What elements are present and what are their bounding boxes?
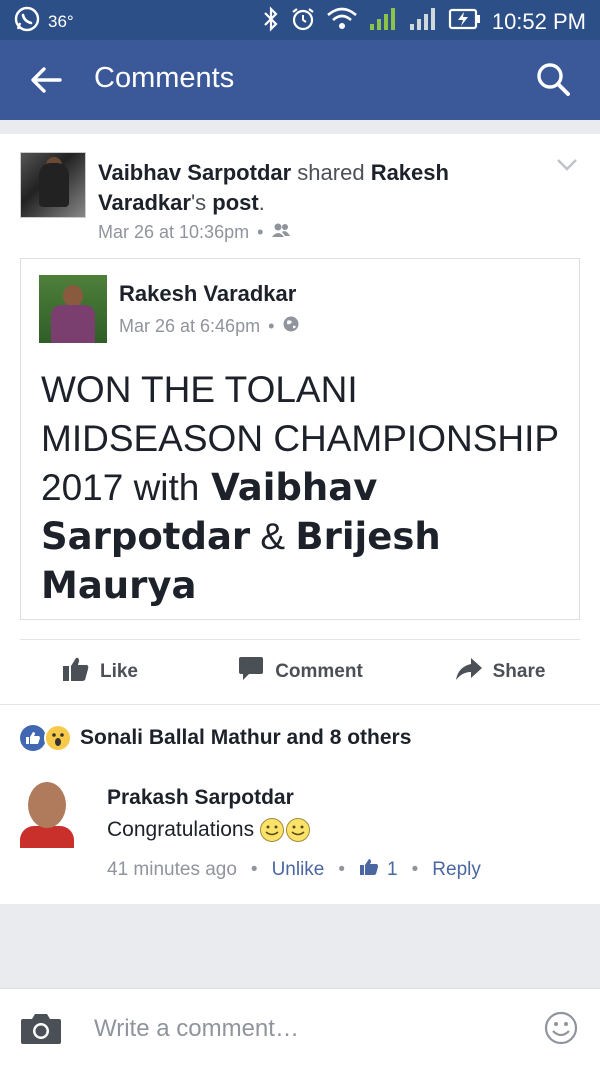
comment-composer: Write a comment… (0, 988, 600, 1066)
comment-meta: 41 minutes ago • Unlike • 1 • Reply (107, 858, 481, 882)
reactions-summary[interactable]: Sonali Ballal Mathur and 8 others (20, 724, 411, 752)
smiley-emoji-icon (286, 818, 311, 842)
divider (0, 704, 600, 705)
comment-body: Congratulations (107, 818, 255, 841)
sharer-avatar[interactable] (20, 152, 86, 218)
friends-audience-icon (271, 222, 291, 243)
smiley-emoji-icon (260, 818, 285, 842)
page-title: Comments (94, 62, 235, 94)
dot-separator: • (250, 859, 258, 880)
post-timestamp[interactable]: Mar 26 at 10:36pm (98, 222, 249, 243)
dot-separator: • (411, 859, 419, 880)
whatsapp-icon (14, 6, 40, 37)
dot-separator: • (338, 859, 346, 880)
post-meta: Mar 26 at 10:36pm • (98, 222, 291, 243)
shared-author-name[interactable]: Rakesh Varadkar (119, 281, 296, 307)
comment-button[interactable]: Comment (200, 640, 400, 704)
post-body: WON THE TOLANI MIDSEASON CHAMPIONSHIP 20… (41, 365, 561, 610)
header-period: . (258, 190, 265, 215)
sharer-name-link[interactable]: Vaibhav Sarpotdar (98, 160, 291, 185)
wifi-icon (326, 6, 358, 38)
possessive-suffix: 's (190, 190, 207, 215)
like-button[interactable]: Like (0, 640, 200, 704)
dot-separator: • (257, 222, 264, 242)
chevron-down-icon[interactable] (556, 158, 578, 172)
back-arrow-icon[interactable] (28, 62, 64, 98)
wow-reaction-icon (44, 724, 72, 752)
share-label: Share (492, 661, 546, 682)
bluetooth-icon (262, 6, 280, 38)
thumbs-up-icon (359, 858, 379, 882)
and-word: & (250, 516, 296, 557)
feed-gap (0, 904, 600, 988)
shared-post[interactable]: Rakesh Varadkar Mar 26 at 6:46pm • WON T… (20, 258, 580, 620)
emoji-picker-icon[interactable] (544, 1011, 578, 1045)
shared-word: shared (291, 160, 371, 185)
shared-post-timestamp[interactable]: Mar 26 at 6:46pm (119, 316, 260, 337)
feed-gap (0, 120, 600, 134)
reply-link[interactable]: Reply (432, 859, 481, 881)
like-reaction-icon (20, 725, 46, 751)
post-card: Vaibhav Sarpotdar shared Rakesh Varadkar… (0, 134, 600, 904)
like-label: Like (99, 661, 139, 682)
commenter-avatar[interactable] (20, 778, 74, 848)
comment-time: 41 minutes ago (107, 859, 237, 880)
search-icon[interactable] (534, 60, 572, 98)
temperature-text: 36° (48, 11, 74, 31)
comment-likes[interactable]: 1 (359, 858, 398, 882)
share-button[interactable]: Share (400, 640, 600, 704)
post-header: Vaibhav Sarpotdar shared Rakesh Varadkar… (98, 158, 518, 218)
clock-text: 10:52 PM (491, 9, 586, 34)
thumbs-up-icon (62, 656, 90, 688)
comment-input[interactable]: Write a comment… (94, 1015, 299, 1043)
dot-separator: • (268, 316, 275, 336)
comment-bubble-icon (237, 656, 265, 688)
signal-2-icon (408, 6, 438, 38)
signal-1-icon (368, 6, 398, 38)
camera-icon[interactable] (20, 1011, 62, 1045)
battery-charging-icon (448, 6, 482, 38)
app-bar: Comments (0, 40, 600, 120)
unlike-link[interactable]: Unlike (272, 859, 325, 881)
commenter-name[interactable]: Prakash Sarpotdar (107, 786, 294, 810)
shared-post-meta: Mar 26 at 6:46pm • (119, 315, 300, 338)
share-arrow-icon (455, 657, 483, 687)
status-bar: 36° 10:52 PM (0, 0, 600, 40)
action-bar: Like Comment Share (0, 640, 600, 704)
original-author-avatar[interactable] (39, 275, 107, 343)
globe-icon (282, 315, 300, 338)
comment-like-count: 1 (387, 859, 398, 880)
alarm-icon (290, 6, 316, 38)
reactions-text: Sonali Ballal Mathur and 8 others (80, 726, 412, 749)
comment-text: Congratulations (107, 818, 311, 842)
comment-label: Comment (275, 661, 363, 682)
post-link[interactable]: post (206, 190, 258, 215)
